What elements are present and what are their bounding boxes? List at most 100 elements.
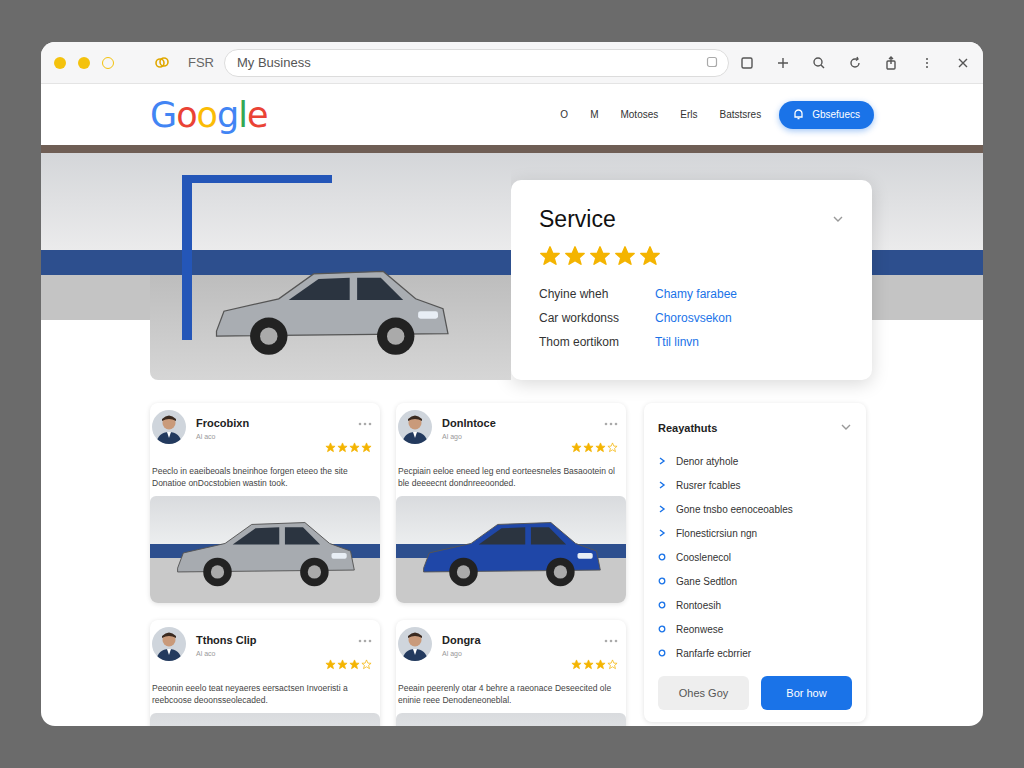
button-label[interactable]: Ohes Goy [679, 687, 729, 699]
cta-button[interactable]: Gbsefuecs [779, 101, 874, 129]
star-filled-icon [595, 656, 606, 674]
panel-title: Reayathuts [658, 422, 717, 434]
result-label[interactable]: Gane Sedtlon [676, 576, 737, 587]
star-filled-icon [539, 245, 561, 271]
review-photo [150, 496, 380, 603]
service-title: Service [539, 206, 616, 233]
result-label[interactable]: Ranfarfe ecbrrier [676, 648, 751, 659]
result-item[interactable]: Gone tnsbo eenoceoables [658, 497, 852, 521]
arrow-icon [658, 481, 666, 489]
result-label[interactable]: Cooslenecol [676, 552, 731, 563]
result-item[interactable]: Rontoesih [658, 593, 852, 617]
circle-icon [658, 625, 666, 633]
browser-toolbar: FSRMy Business [41, 42, 983, 84]
avatar-icon [152, 410, 186, 444]
star-filled-icon [583, 439, 594, 457]
button-label[interactable]: Bor how [786, 687, 826, 699]
avatar-icon [398, 627, 432, 661]
review-time: Al ago [442, 650, 481, 657]
maximize-button[interactable] [102, 57, 114, 69]
more-icon[interactable] [919, 55, 935, 71]
car-image [206, 254, 456, 366]
extension-icon[interactable] [154, 55, 170, 71]
result-item[interactable]: Gane Sedtlon [658, 569, 852, 593]
review-text: Pecpiain eeloe eneed leg end eorteesnele… [396, 457, 626, 496]
star-filled-icon [361, 439, 372, 457]
star-filled-icon [571, 439, 582, 457]
secondary-button[interactable]: Ohes Goy [658, 676, 749, 710]
close-button[interactable] [54, 57, 66, 69]
detail-link[interactable]: Chorosvsekon [655, 311, 844, 325]
review-card: Tthons ClipAl acoPeeonin eeelo teat neya… [150, 620, 380, 726]
search-icon[interactable] [811, 55, 827, 71]
review-card: FrocobixnAl acoPeeclo in eaeibeoals bnei… [150, 403, 380, 603]
result-label[interactable]: Gone tnsbo eenoceoables [676, 504, 793, 515]
car-photo [150, 145, 511, 380]
chevron-down-icon[interactable] [840, 419, 852, 437]
more-icon[interactable] [604, 629, 618, 647]
result-item[interactable]: Rusrer fcables [658, 473, 852, 497]
review-card: DonlntoceAl agoPecpiain eeloe eneed leg … [396, 403, 626, 603]
reviewer-name: Tthons Clip [196, 634, 257, 646]
result-label[interactable]: Rusrer fcables [676, 480, 740, 491]
more-icon[interactable] [358, 412, 372, 430]
review-photo [150, 713, 380, 726]
avatar-icon [152, 627, 186, 661]
nav-link[interactable]: M [590, 109, 598, 120]
new-tab-icon[interactable] [775, 55, 791, 71]
star-rating [325, 439, 372, 457]
result-item[interactable]: Flonesticrsiun ngn [658, 521, 852, 545]
reviewer-name: Frocobixn [196, 417, 249, 429]
nav-link[interactable]: O [560, 109, 568, 120]
more-icon[interactable] [604, 412, 618, 430]
result-label[interactable]: Denor atyhole [676, 456, 738, 467]
address-text[interactable]: My Business [237, 55, 706, 70]
nav-link[interactable]: Erls [680, 109, 697, 120]
bookmark-icon[interactable] [706, 54, 718, 72]
minimize-button[interactable] [78, 57, 90, 69]
star-filled-icon [571, 656, 582, 674]
primary-button[interactable]: Bor how [761, 676, 852, 710]
circle-icon [658, 553, 666, 561]
star-rating [539, 245, 844, 271]
window-controls [54, 57, 114, 69]
arrow-icon [658, 457, 666, 465]
share-icon[interactable] [883, 55, 899, 71]
star-filled-icon [337, 656, 348, 674]
detail-link[interactable]: Chamy farabee [655, 287, 844, 301]
result-item[interactable]: Cooslenecol [658, 545, 852, 569]
address-bar[interactable]: My Business [224, 49, 729, 77]
result-item[interactable]: Ranfarfe ecbrrier [658, 641, 852, 665]
more-icon[interactable] [358, 629, 372, 647]
star-filled-icon [639, 245, 661, 271]
result-label[interactable]: Flonesticrsiun ngn [676, 528, 757, 539]
star-filled-icon [349, 656, 360, 674]
google-logo[interactable]: Google [150, 95, 267, 135]
star-rating [571, 656, 618, 674]
refresh-icon[interactable] [847, 55, 863, 71]
result-label[interactable]: Rontoesih [676, 600, 721, 611]
result-label[interactable]: Reonwese [676, 624, 723, 635]
circle-icon [658, 577, 666, 585]
star-filled-icon [583, 656, 594, 674]
star-empty-icon [607, 439, 618, 457]
results-panel: Reayathuts Denor atyhole Rusrer fcables Gon… [644, 403, 866, 722]
result-item[interactable]: Reonwese [658, 617, 852, 641]
reviewer-name: Donlntoce [442, 417, 496, 429]
nav-link[interactable]: Motoses [620, 109, 658, 120]
cta-label[interactable]: Gbsefuecs [812, 109, 860, 120]
close-icon[interactable] [955, 55, 971, 71]
nav-link[interactable]: Batstsres [720, 109, 762, 120]
tab-icon[interactable] [739, 55, 755, 71]
chevron-down-icon[interactable] [832, 211, 844, 229]
detail-link[interactable]: Ttil linvn [655, 335, 844, 349]
detail-label: Chyine wheh [539, 287, 655, 301]
result-item[interactable]: Denor atyhole [658, 449, 852, 473]
arrow-icon [658, 505, 666, 513]
star-filled-icon [595, 439, 606, 457]
star-filled-icon [325, 656, 336, 674]
star-rating [571, 439, 618, 457]
star-filled-icon [614, 245, 636, 271]
bell-icon [793, 108, 804, 122]
review-time: Al aco [196, 650, 257, 657]
